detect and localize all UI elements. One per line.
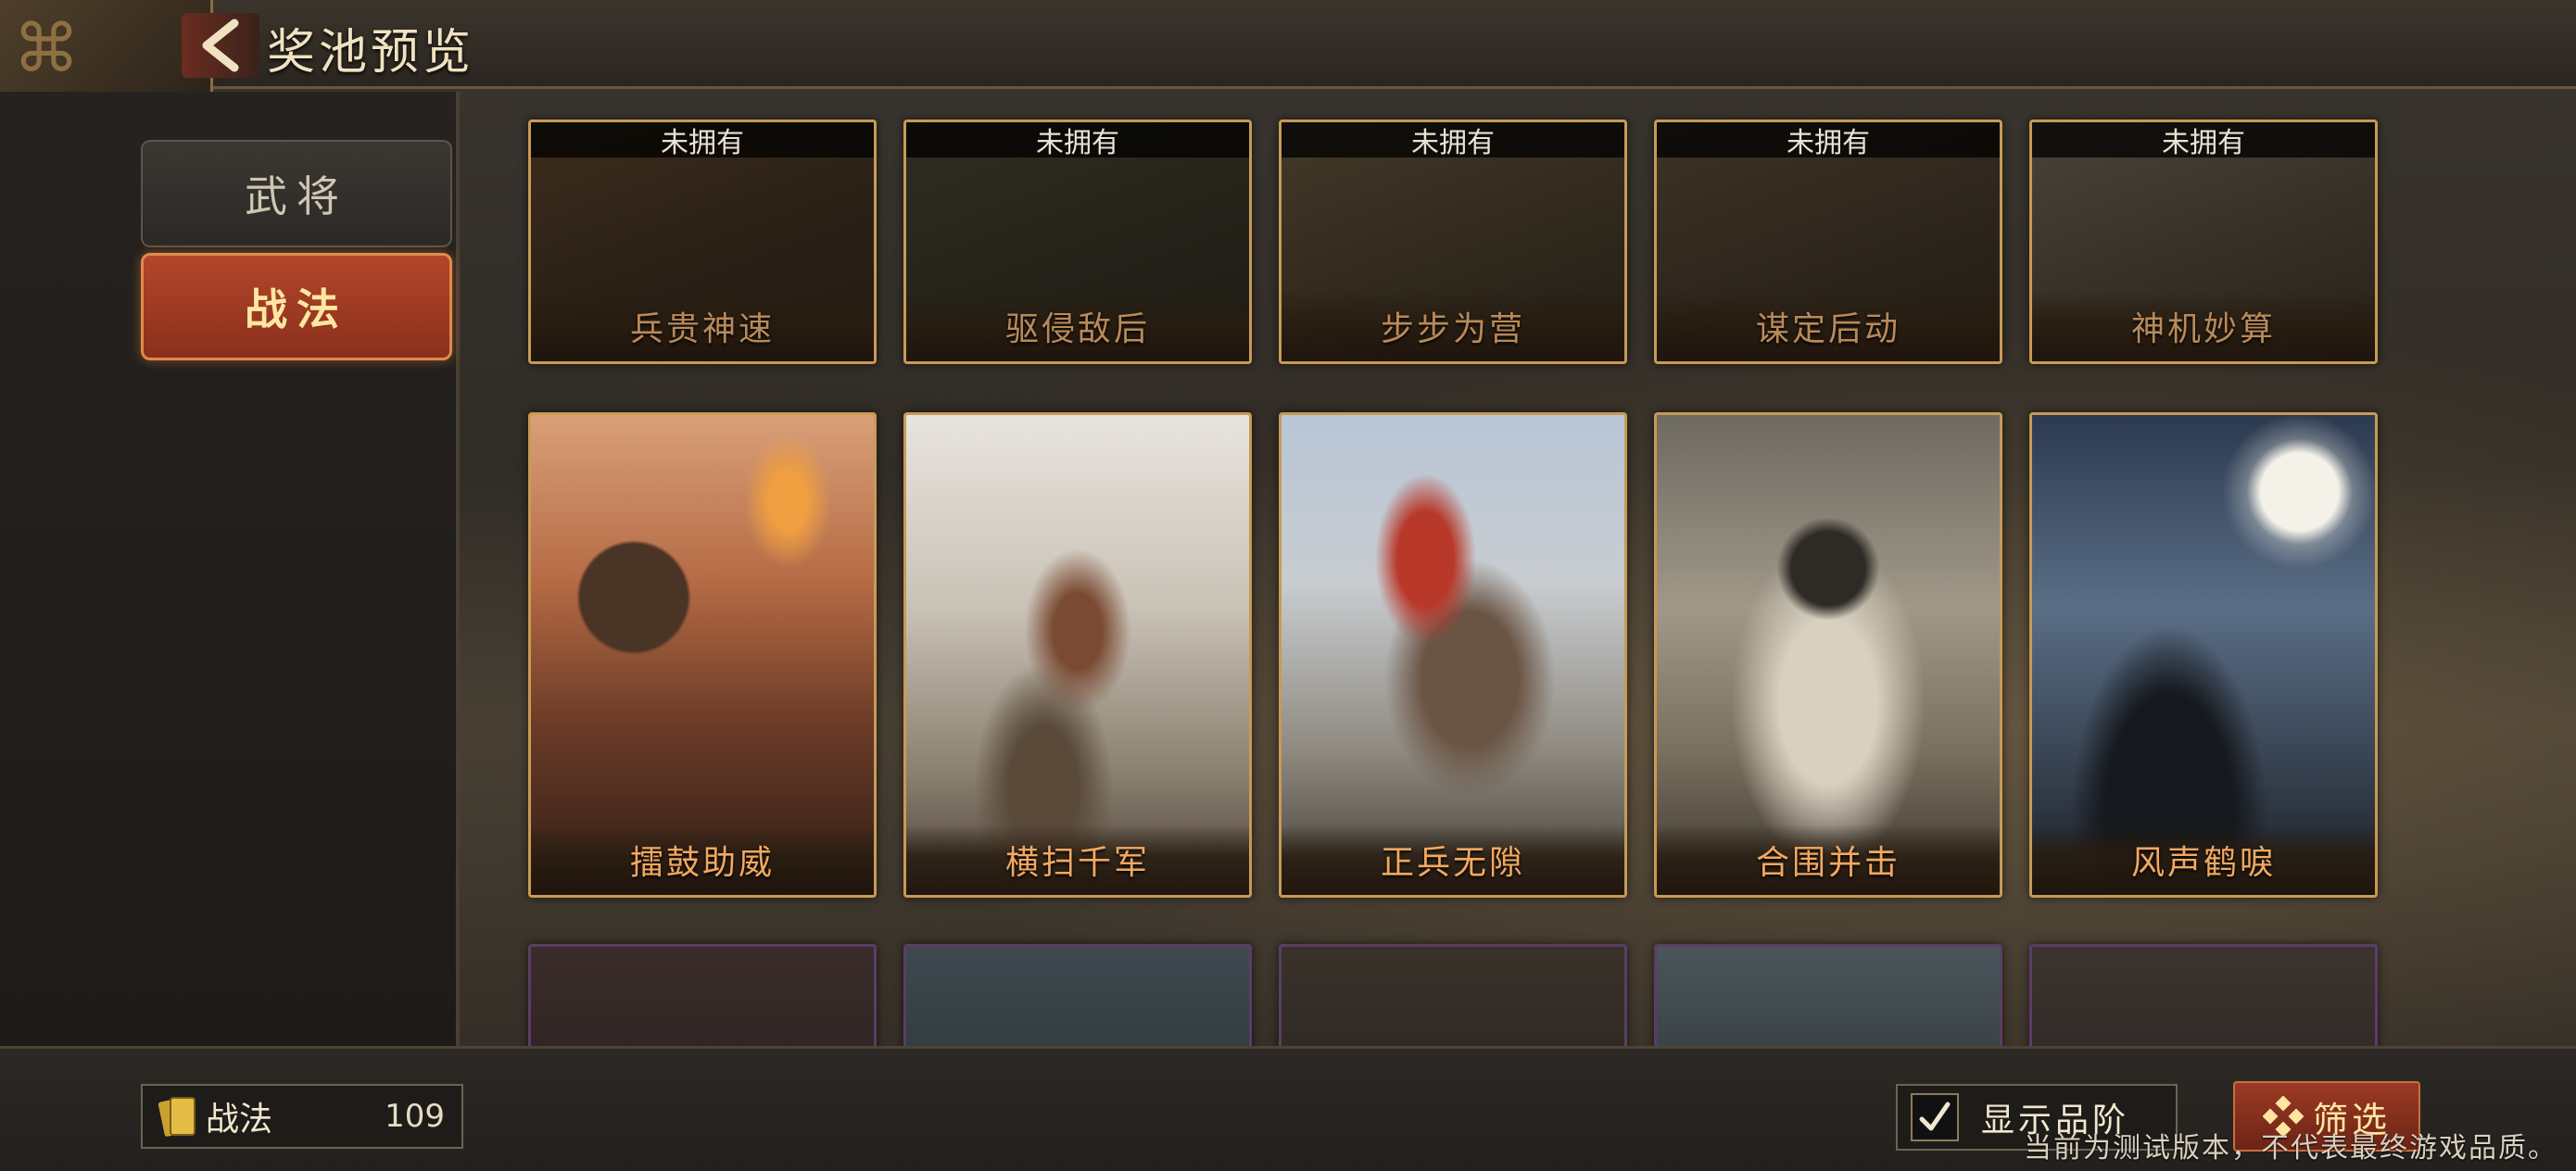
card-name: 合围并击 bbox=[1657, 825, 2000, 895]
checkmark-icon bbox=[1919, 1102, 1951, 1131]
back-button[interactable] bbox=[182, 13, 259, 78]
unowned-banner: 未拥有 bbox=[531, 122, 874, 157]
tactic-card[interactable]: 未拥有 兵贵神速 bbox=[528, 120, 877, 364]
card-art bbox=[531, 415, 874, 895]
unowned-banner: 未拥有 bbox=[906, 122, 1249, 157]
unowned-banner: 未拥有 bbox=[1282, 122, 1624, 157]
test-version-notice: 当前为测试版本，不代表最终游戏品质。 bbox=[2024, 1132, 2557, 1165]
card-name: 横扫千军 bbox=[906, 825, 1249, 895]
tactic-card[interactable]: 横扫千军 bbox=[903, 412, 1252, 898]
card-art bbox=[1282, 415, 1624, 895]
card-name: 谋定后动 bbox=[1657, 291, 2000, 361]
tactic-card[interactable]: 正兵无隙 bbox=[1279, 412, 1627, 898]
card-name: 风声鹤唳 bbox=[2032, 825, 2375, 895]
tactic-card[interactable]: 未拥有 步步为营 bbox=[1279, 120, 1627, 364]
tactic-count: 战法 109 bbox=[141, 1084, 463, 1149]
bottom-bar: 战法 109 显示品阶 筛选 当前为测试版本，不代表最终游戏品质。 bbox=[0, 1046, 2576, 1171]
tab-tactics[interactable]: 战法 bbox=[141, 253, 452, 360]
card-grid[interactable]: 未拥有 兵贵神速 未拥有 驱侵敌后 未拥有 步步为营 未拥有 谋定后动 未拥有 … bbox=[463, 92, 2576, 1046]
card-name: 步步为营 bbox=[1282, 291, 1624, 361]
tactic-card[interactable]: 未拥有 驱侵敌后 bbox=[903, 120, 1252, 364]
page-title: 奖池预览 bbox=[267, 25, 475, 81]
unowned-banner: 未拥有 bbox=[2032, 122, 2375, 157]
card-name: 神机妙算 bbox=[2032, 291, 2375, 361]
card-name: 兵贵神速 bbox=[531, 291, 874, 361]
card-name: 驱侵敌后 bbox=[906, 291, 1249, 361]
count-value: 109 bbox=[385, 1098, 445, 1135]
card-art bbox=[906, 415, 1249, 895]
chevron-left-icon bbox=[202, 19, 239, 72]
unowned-banner: 未拥有 bbox=[1657, 122, 2000, 157]
sidebar: 武将 战法 bbox=[0, 92, 460, 1046]
tactic-card[interactable] bbox=[528, 944, 877, 1046]
count-label: 战法 bbox=[206, 1101, 273, 1139]
tactic-card[interactable]: 未拥有 谋定后动 bbox=[1654, 120, 2002, 364]
card-name: 正兵无隙 bbox=[1282, 825, 1624, 895]
cards-icon bbox=[158, 1097, 196, 1137]
tactic-card[interactable] bbox=[903, 944, 1252, 1046]
tactic-card[interactable] bbox=[2029, 944, 2378, 1046]
card-name: 擂鼓助威 bbox=[531, 825, 874, 895]
checkbox[interactable] bbox=[1911, 1093, 1959, 1141]
tactic-card[interactable]: 风声鹤唳 bbox=[2029, 412, 2378, 898]
tactic-card[interactable] bbox=[1654, 944, 2002, 1046]
tactic-card[interactable]: 擂鼓助威 bbox=[528, 412, 877, 898]
tactic-card[interactable] bbox=[1279, 944, 1627, 1046]
card-art bbox=[1657, 415, 2000, 895]
tactic-card[interactable]: 合围并击 bbox=[1654, 412, 2002, 898]
top-bar: ⌘ 奖池预览 bbox=[0, 0, 2576, 96]
tactic-card[interactable]: 未拥有 神机妙算 bbox=[2029, 120, 2378, 364]
tab-generals[interactable]: 武将 bbox=[141, 140, 452, 247]
card-art bbox=[2032, 415, 2375, 895]
